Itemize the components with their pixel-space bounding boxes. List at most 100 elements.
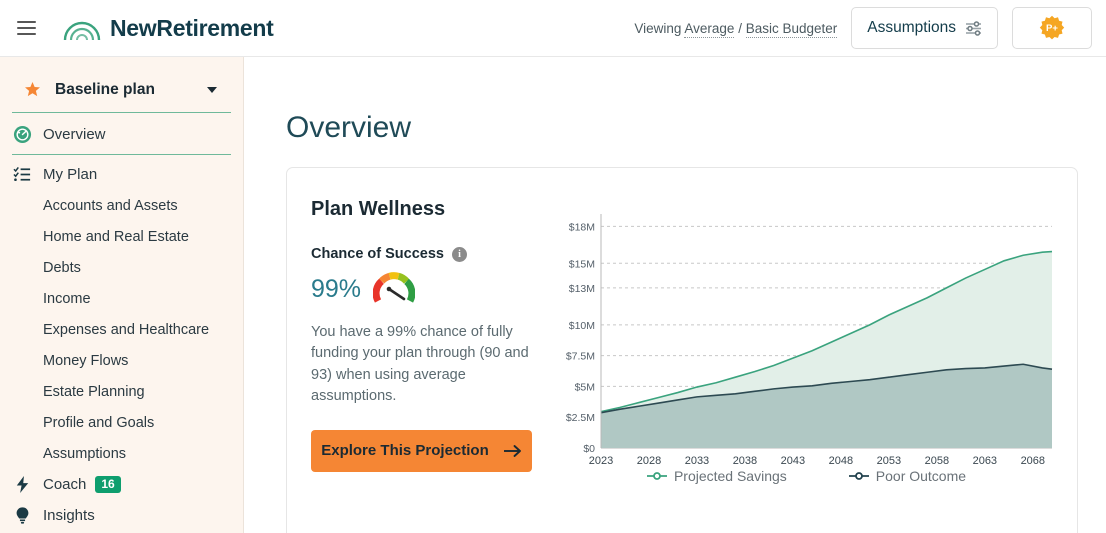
sidebar-item-expenses-and-healthcare[interactable]: Expenses and Healthcare xyxy=(0,314,243,345)
profile-button[interactable]: P+ xyxy=(1012,7,1092,49)
header-actions: Viewing Average / Basic Budgeter Assumpt… xyxy=(634,7,1092,49)
viewing-link-average[interactable]: Average xyxy=(684,20,735,38)
chart-ytick-label: $0 xyxy=(583,443,595,455)
chart-xtick-label: 2038 xyxy=(733,455,757,467)
sidebar-item-home-and-real-estate[interactable]: Home and Real Estate xyxy=(0,221,243,252)
sidebar-item-label: Estate Planning xyxy=(43,383,145,400)
legend-marker-icon xyxy=(848,472,869,480)
premium-badge: P+ xyxy=(1039,15,1065,41)
star-icon xyxy=(25,82,40,97)
info-icon[interactable]: i xyxy=(451,246,467,262)
sidebar-item-overview[interactable]: Overview xyxy=(0,119,243,150)
chart-ytick-label: $13M xyxy=(569,283,595,295)
sidebar-item-coach[interactable]: Coach 16 xyxy=(0,469,243,500)
hamburger-bar xyxy=(16,27,36,29)
sidebar-item-income[interactable]: Income xyxy=(0,283,243,314)
sidebar-item-label: Income xyxy=(43,290,91,307)
hamburger-bar xyxy=(16,33,36,35)
chart-ytick-label: $7.5M xyxy=(566,351,595,363)
plan-wellness-card: Plan Wellness Chance of Success i 99% Yo… xyxy=(286,167,1078,533)
chance-of-success-percent: 99% xyxy=(311,274,362,303)
sidebar-item-label: Money Flows xyxy=(43,352,129,369)
chart-xtick-label: 2048 xyxy=(829,455,853,467)
app-header: NewRetirement Viewing Average / Basic Bu… xyxy=(0,0,1106,57)
projection-chart-svg: $0 $2.5M $5M $7.5M $10M $13M $15M $18M 2023 2028 2… xyxy=(566,214,1053,467)
legend-marker-icon xyxy=(646,472,667,480)
chart-xtick-label: 2023 xyxy=(589,455,613,467)
sidebar-item-estate-planning[interactable]: Estate Planning xyxy=(0,376,243,407)
chance-of-success-value-row: 99% xyxy=(311,272,546,306)
sidebar-item-label: Overview xyxy=(43,126,106,143)
sidebar-item-label: Debts xyxy=(43,259,81,276)
sidebar-item-accounts-and-assets[interactable]: Accounts and Assets xyxy=(0,190,243,221)
chart-ytick-label: $15M xyxy=(569,258,595,270)
sidebar-item-label: Profile and Goals xyxy=(43,414,155,431)
plan-name: Baseline plan xyxy=(55,80,155,98)
sidebar-item-money-flows[interactable]: Money Flows xyxy=(0,345,243,376)
sidebar-item-label: Assumptions xyxy=(43,445,127,462)
sidebar-item-label: Coach xyxy=(43,476,87,493)
app-root: NewRetirement Viewing Average / Basic Bu… xyxy=(0,0,1106,533)
card-heading: Plan Wellness xyxy=(311,198,446,220)
chart-xtick-label: 2058 xyxy=(925,455,949,467)
brand-logo-group[interactable]: NewRetirement xyxy=(63,15,274,42)
lightbulb-icon xyxy=(12,506,32,526)
legend-label: Poor Outcome xyxy=(875,468,967,484)
viewing-prefix: Viewing xyxy=(634,20,685,36)
sidebar-item-insights[interactable]: Insights xyxy=(0,500,243,531)
chance-of-success-label: Chance of Success xyxy=(311,246,444,262)
chart-xtick-label: 2063 xyxy=(973,455,997,467)
plan-selector[interactable]: Baseline plan xyxy=(12,67,231,113)
brand-name: NewRetirement xyxy=(110,14,274,41)
sidebar: Baseline plan Overview My Plan Accounts … xyxy=(0,57,244,533)
legend-item-poor-outcome[interactable]: Poor Outcome xyxy=(848,468,967,484)
chart-legend: Projected Savings Poor Outcome xyxy=(559,468,1054,484)
viewing-separator: / xyxy=(734,20,746,36)
sidebar-item-label: Expenses and Healthcare xyxy=(43,321,210,338)
plan-description: You have a 99% chance of fully funding y… xyxy=(311,324,529,405)
legend-item-projected-savings[interactable]: Projected Savings xyxy=(646,468,787,484)
chart-xtick-label: 2053 xyxy=(877,455,901,467)
assumptions-button[interactable]: Assumptions xyxy=(851,7,998,49)
arrow-right-icon xyxy=(503,444,521,457)
sidebar-nav: Overview My Plan Accounts and Assets Hom… xyxy=(0,119,243,531)
sidebar-item-assumptions[interactable]: Assumptions xyxy=(0,438,243,469)
gauge-icon xyxy=(373,272,416,303)
sidebar-item-profile-and-goals[interactable]: Profile and Goals xyxy=(0,407,243,438)
page-title: Overview xyxy=(286,111,412,144)
main-content: Overview Plan Wellness Chance of Success… xyxy=(244,57,1106,533)
sidebar-item-label: Home and Real Estate xyxy=(43,228,189,245)
speedometer-icon xyxy=(12,125,32,145)
checklist-icon xyxy=(12,165,32,185)
premium-badge-label: P+ xyxy=(1046,22,1058,34)
sidebar-item-label: Accounts and Assets xyxy=(43,197,178,214)
lightning-icon xyxy=(12,475,32,495)
chevron-down-icon[interactable] xyxy=(207,86,217,93)
explore-projection-label: Explore This Projection xyxy=(321,442,489,460)
hamburger-bar xyxy=(16,21,36,23)
chart-xtick-label: 2068 xyxy=(1021,455,1045,467)
chart-ytick-label: $18M xyxy=(569,221,595,233)
viewing-link-budgeter[interactable]: Basic Budgeter xyxy=(745,20,838,38)
chart-xtick-label: 2028 xyxy=(637,455,661,467)
chart-xtick-label: 2033 xyxy=(685,455,709,467)
explore-projection-button[interactable]: Explore This Projection xyxy=(311,429,532,472)
projection-chart: $0 $2.5M $5M $7.5M $10M $13M $15M $18M 2023 2028 2… xyxy=(559,206,1054,511)
chart-ytick-label: $10M xyxy=(569,320,595,332)
chart-ytick-label: $2.5M xyxy=(566,412,595,424)
sidebar-item-label: My Plan xyxy=(43,166,98,183)
legend-label: Projected Savings xyxy=(673,468,787,484)
viewing-context: Viewing Average / Basic Budgeter xyxy=(634,20,838,38)
plan-wellness-summary: Plan Wellness Chance of Success i 99% Yo… xyxy=(311,198,546,472)
chance-of-success-row: Chance of Success i xyxy=(311,246,546,262)
chart-xtick-label: 2043 xyxy=(781,455,805,467)
sidebar-divider xyxy=(12,154,231,155)
chart-ytick-label: $5M xyxy=(575,381,595,393)
sliders-icon xyxy=(966,20,981,36)
sidebar-item-debts[interactable]: Debts xyxy=(0,252,243,283)
sidebar-item-label: Insights xyxy=(43,507,95,524)
coach-badge: 16 xyxy=(95,475,121,494)
sidebar-item-my-plan[interactable]: My Plan xyxy=(0,159,243,190)
assumptions-button-label: Assumptions xyxy=(867,19,956,36)
hamburger-icon[interactable] xyxy=(12,14,40,42)
